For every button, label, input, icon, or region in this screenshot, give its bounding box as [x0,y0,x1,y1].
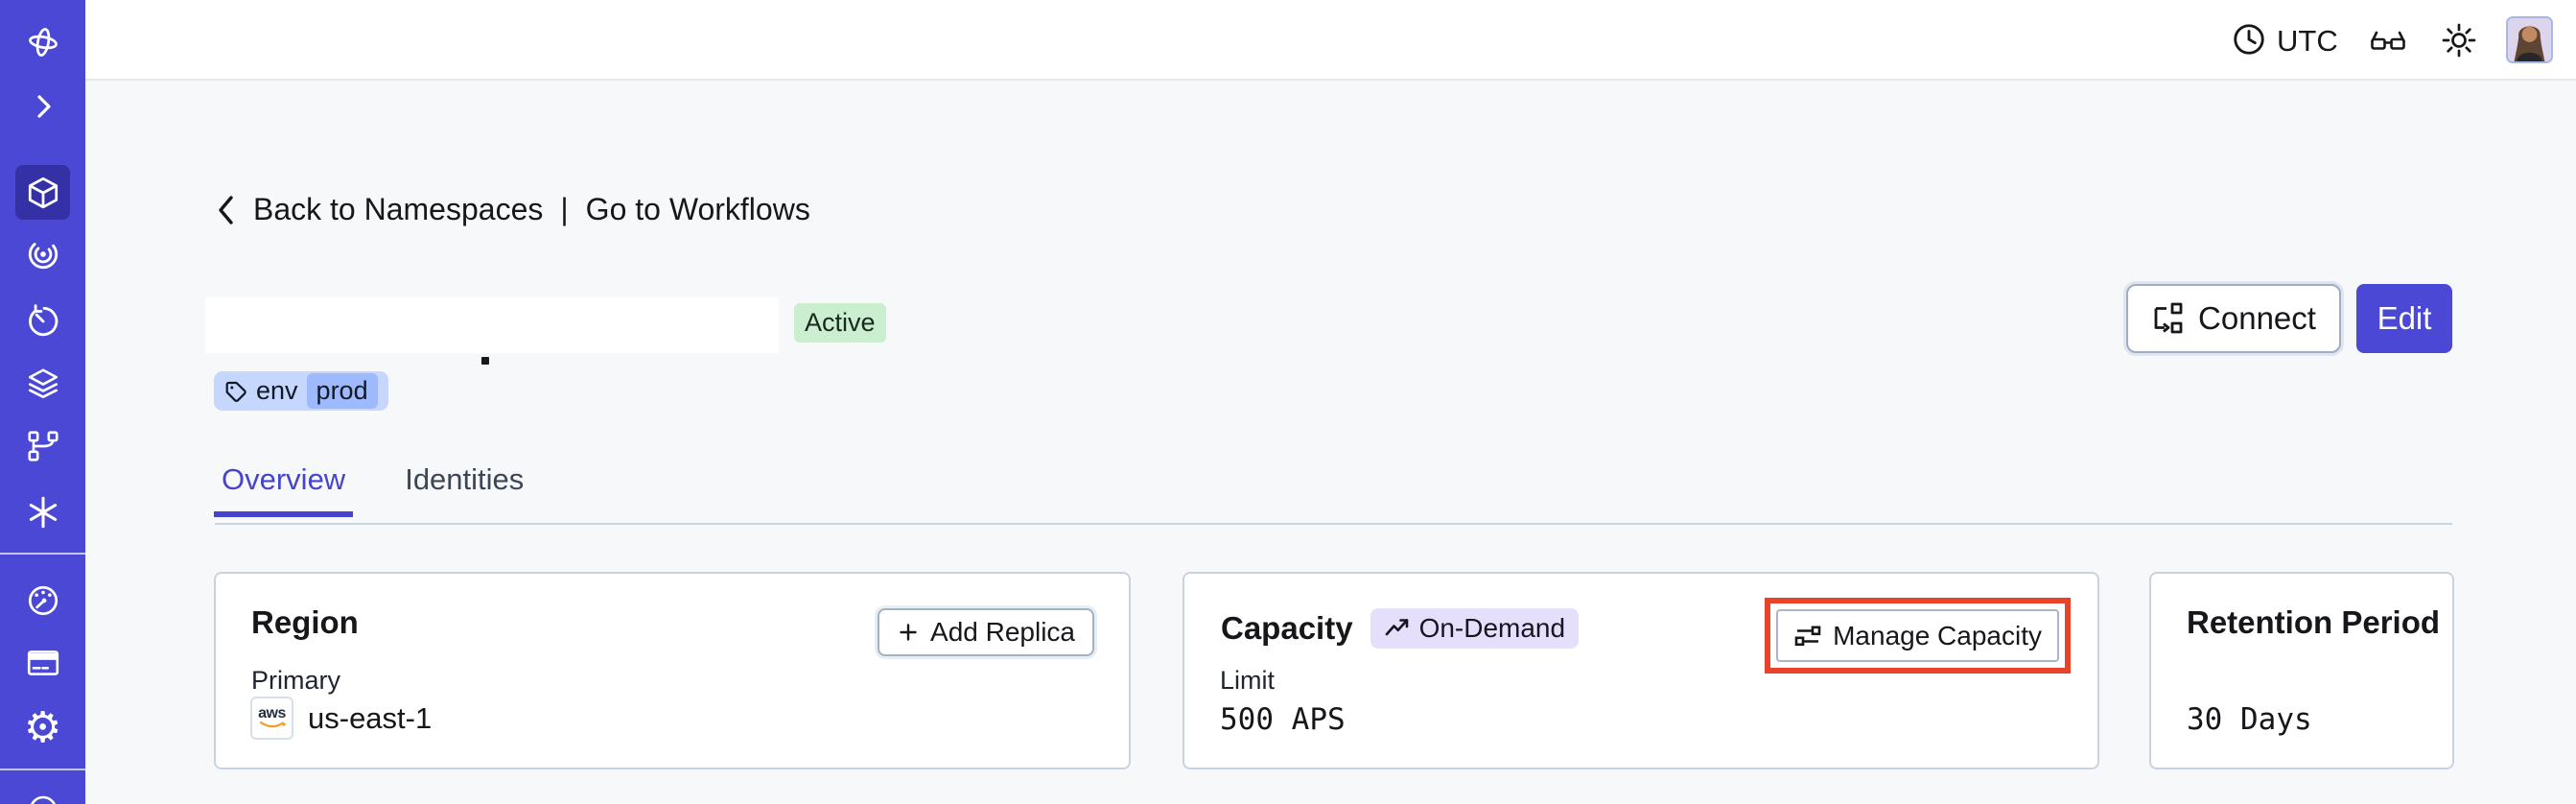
sidebar-item-nexus[interactable] [0,494,85,531]
region-card: Region Add Replica Primary aws us-east-1 [214,572,1131,769]
retention-value: 30 Days [2187,702,2312,737]
timezone-button[interactable] [2231,21,2267,58]
namespace-name-redacted [205,297,779,353]
capacity-card-title: Capacity [1221,610,1353,646]
capacity-card-header: Capacity On-Demand [1221,608,1580,649]
light-mode-icon [2442,23,2476,58]
nexus-asterisk-icon [29,496,57,529]
capacity-limit-label: Limit [1220,666,1276,695]
aws-provider-icon: aws [250,697,293,740]
capacity-value: 500 APS [1220,702,1346,737]
task-queues-layers-icon [28,368,58,399]
tab-bar: Overview Identities [214,462,531,517]
theme-toggle-button[interactable] [2440,21,2478,59]
region-card-title: Region [251,604,359,640]
region-value-row: aws us-east-1 [250,697,432,740]
sidebar-divider [0,553,85,555]
usage-gauge-icon [28,585,58,616]
on-demand-label: On-Demand [1418,613,1566,643]
settings-gear-icon: ⚙ [23,703,62,752]
temporal-logo-glyph [28,28,58,57]
sliders-icon [1794,626,1821,646]
clock-icon [2234,24,2264,55]
sidebar: ⚙ [0,0,85,804]
add-replica-button[interactable]: Add Replica [878,608,1094,656]
sidebar-item-workflows[interactable] [0,236,85,272]
sidebar-item-schedules[interactable] [0,303,85,340]
aws-wordmark: aws [258,704,286,721]
sidebar-expand-button[interactable] [0,91,85,122]
temporal-logo-icon[interactable] [0,24,85,60]
add-replica-label: Add Replica [930,617,1075,647]
tab-identities[interactable]: Identities [397,462,531,517]
retention-card: Retention Period 30 Days [2149,572,2454,769]
region-primary-label: Primary [251,666,340,695]
chevron-left-icon[interactable] [215,194,238,226]
go-to-workflows-link[interactable]: Go to Workflows [586,192,810,227]
plus-icon [900,624,917,641]
trending-up-icon [1385,619,1408,636]
sidebar-divider [0,769,85,770]
sidebar-item-billing[interactable] [0,645,85,681]
namespaces-cube-icon [28,177,58,208]
schedules-timer-icon [28,304,58,337]
connect-flow-icon [2154,302,2183,334]
tag-value-chip: prod [306,373,378,409]
sidebar-item-help[interactable] [0,791,85,804]
deployments-branch-icon [27,431,59,461]
workflows-spiral-icon [28,243,58,270]
breadcrumb: Back to Namespaces | Go to Workflows [215,192,810,227]
connect-button[interactable]: Connect [2126,284,2341,353]
chevron-right-icon [36,95,51,118]
sidebar-item-deployments[interactable] [0,428,85,464]
glasses-icon [2371,31,2405,50]
manage-capacity-label: Manage Capacity [1833,620,2042,650]
avatar[interactable] [2506,16,2553,63]
tag-key: env [256,376,298,405]
topbar: UTC [85,0,2576,81]
connect-label: Connect [2198,300,2316,336]
billing-card-icon [27,650,59,675]
aws-smile [259,721,286,727]
capacity-card: Capacity On-Demand Manage Capacity Limit… [1183,572,2099,769]
annotation-highlight-box: Manage Capacity [1765,598,2071,674]
namespace-name-artifact [481,357,489,365]
tabs-divider [215,523,2452,525]
namespace-tag[interactable]: env prod [214,371,388,411]
labs-toggle-button[interactable] [2369,23,2407,58]
tab-overview[interactable]: Overview [214,462,354,517]
retention-card-title: Retention Period [2187,604,2441,640]
avatar-image [2508,18,2551,61]
back-to-namespaces-link[interactable]: Back to Namespaces [253,192,543,227]
on-demand-badge: On-Demand [1370,608,1580,649]
sidebar-item-settings[interactable]: ⚙ [0,707,85,749]
app-root: ⚙ UTC Back to Namespaces | Go to Workflo… [0,0,2576,804]
status-badge: Active [794,303,886,343]
timezone-label[interactable]: UTC [2277,24,2338,59]
sidebar-item-namespaces[interactable] [15,165,70,220]
sidebar-item-usage[interactable] [0,582,85,619]
region-value: us-east-1 [308,700,433,735]
tag-icon [225,381,246,402]
breadcrumb-separator: | [560,192,569,226]
help-partial-icon [30,795,56,804]
edit-button[interactable]: Edit [2356,284,2452,353]
manage-capacity-button[interactable]: Manage Capacity [1776,609,2059,662]
sidebar-item-task-queues[interactable] [0,366,85,402]
